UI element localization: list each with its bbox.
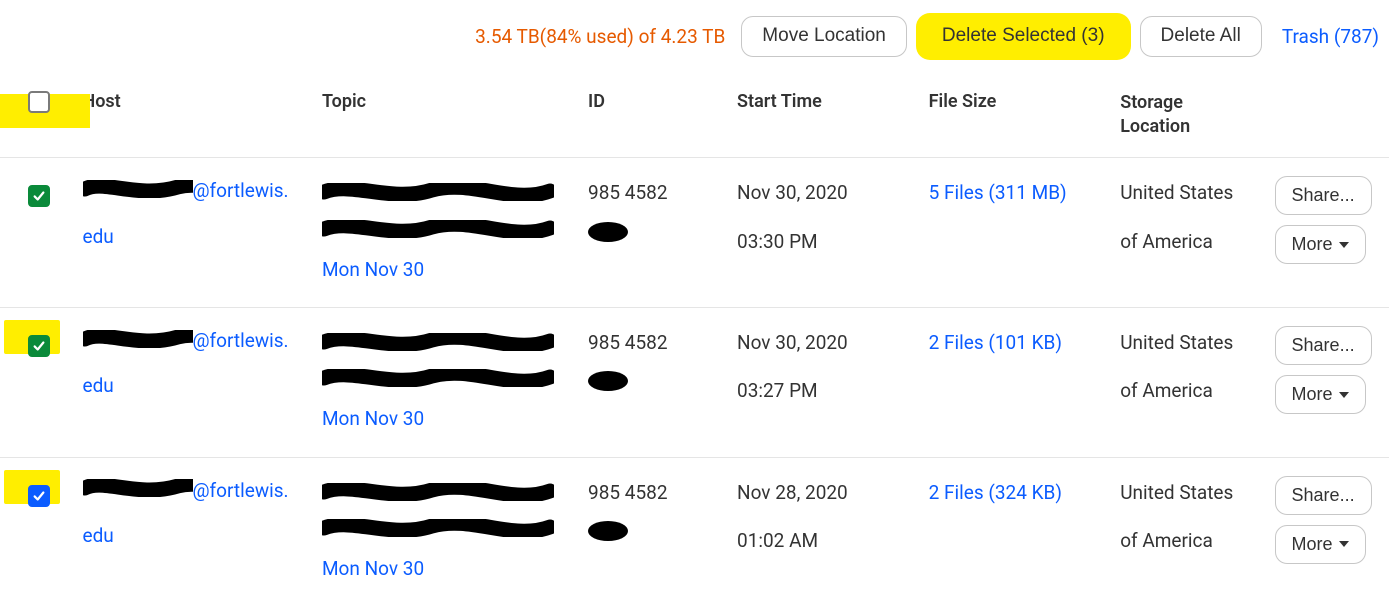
more-button[interactable]: More xyxy=(1275,225,1366,264)
start-time: 03:30 PM xyxy=(737,225,913,259)
delete-all-button[interactable]: Delete All xyxy=(1140,16,1262,57)
storage-location: of America xyxy=(1120,225,1258,259)
redaction-scribble xyxy=(83,476,193,506)
table-row: @fortlewis. edu Mon Nov 30 985 4582 Nov 28, … xyxy=(0,457,1389,606)
chevron-down-icon xyxy=(1339,392,1349,398)
row-checkbox[interactable] xyxy=(28,485,50,507)
column-header-topic[interactable]: Topic xyxy=(314,81,580,158)
redaction-scribble xyxy=(322,178,572,212)
share-button[interactable]: Share... xyxy=(1275,326,1372,365)
start-date: Nov 30, 2020 xyxy=(737,326,913,360)
host-link[interactable]: @fortlewis. xyxy=(193,179,289,202)
column-header-host[interactable]: Host xyxy=(75,81,314,158)
share-button[interactable]: Share... xyxy=(1275,176,1372,215)
topic-date-link[interactable]: Mon Nov 30 xyxy=(322,552,572,586)
table-row: @fortlewis. edu Mon Nov 30 985 4582 Nov 30, … xyxy=(0,158,1389,308)
host-link[interactable]: edu xyxy=(83,521,306,551)
host-link[interactable]: @fortlewis. xyxy=(193,329,289,352)
more-button[interactable]: More xyxy=(1275,375,1366,414)
redaction-scribble xyxy=(588,520,721,554)
row-checkbox[interactable] xyxy=(28,185,50,207)
trash-link[interactable]: Trash (787) xyxy=(1282,25,1379,48)
file-size-link[interactable]: 5 Files (311 MB) xyxy=(929,181,1067,204)
chevron-down-icon xyxy=(1339,541,1349,547)
host-link[interactable]: edu xyxy=(83,371,306,401)
storage-location: United States xyxy=(1120,326,1258,360)
meeting-id: 985 4582 xyxy=(588,181,667,204)
redaction-scribble xyxy=(322,478,572,512)
column-header-storage-location[interactable]: StorageLocation xyxy=(1112,81,1266,158)
topic-date-link[interactable]: Mon Nov 30 xyxy=(322,402,572,436)
redaction-scribble xyxy=(83,177,193,207)
redaction-scribble xyxy=(322,328,572,362)
redaction-scribble xyxy=(322,215,572,249)
chevron-down-icon xyxy=(1339,242,1349,248)
redaction-scribble xyxy=(588,221,721,255)
host-link[interactable]: edu xyxy=(83,222,306,252)
share-button[interactable]: Share... xyxy=(1275,476,1372,515)
storage-location: of America xyxy=(1120,524,1258,558)
redaction-scribble xyxy=(83,327,193,357)
host-link[interactable]: @fortlewis. xyxy=(193,479,289,502)
meeting-id: 985 4582 xyxy=(588,331,667,354)
storage-location: of America xyxy=(1120,374,1258,408)
more-button[interactable]: More xyxy=(1275,525,1366,564)
redaction-scribble xyxy=(588,370,721,404)
start-date: Nov 28, 2020 xyxy=(737,476,913,510)
storage-location: United States xyxy=(1120,476,1258,510)
start-time: 01:02 AM xyxy=(737,524,913,558)
redaction-scribble xyxy=(322,364,572,398)
file-size-link[interactable]: 2 Files (324 KB) xyxy=(929,481,1062,504)
row-checkbox[interactable] xyxy=(28,335,50,357)
move-location-button[interactable]: Move Location xyxy=(741,16,907,57)
storage-summary: 3.54 TB(84% used) of 4.23 TB xyxy=(475,25,725,48)
column-header-id[interactable]: ID xyxy=(580,81,729,158)
recordings-table: Host Topic ID Start Time File Size Stora… xyxy=(0,81,1389,606)
delete-selected-button[interactable]: Delete Selected (3) xyxy=(921,16,1126,57)
start-time: 03:27 PM xyxy=(737,374,913,408)
meeting-id: 985 4582 xyxy=(588,481,667,504)
select-all-checkbox[interactable] xyxy=(28,91,50,113)
topic-date-link[interactable]: Mon Nov 30 xyxy=(322,253,572,287)
column-header-file-size[interactable]: File Size xyxy=(921,81,1113,158)
column-header-start-time[interactable]: Start Time xyxy=(729,81,921,158)
table-row: @fortlewis. edu Mon Nov 30 985 4582 Nov 30, … xyxy=(0,308,1389,458)
file-size-link[interactable]: 2 Files (101 KB) xyxy=(929,331,1062,354)
top-action-bar: 3.54 TB(84% used) of 4.23 TB Move Locati… xyxy=(0,12,1389,81)
storage-location: United States xyxy=(1120,176,1258,210)
start-date: Nov 30, 2020 xyxy=(737,176,913,210)
